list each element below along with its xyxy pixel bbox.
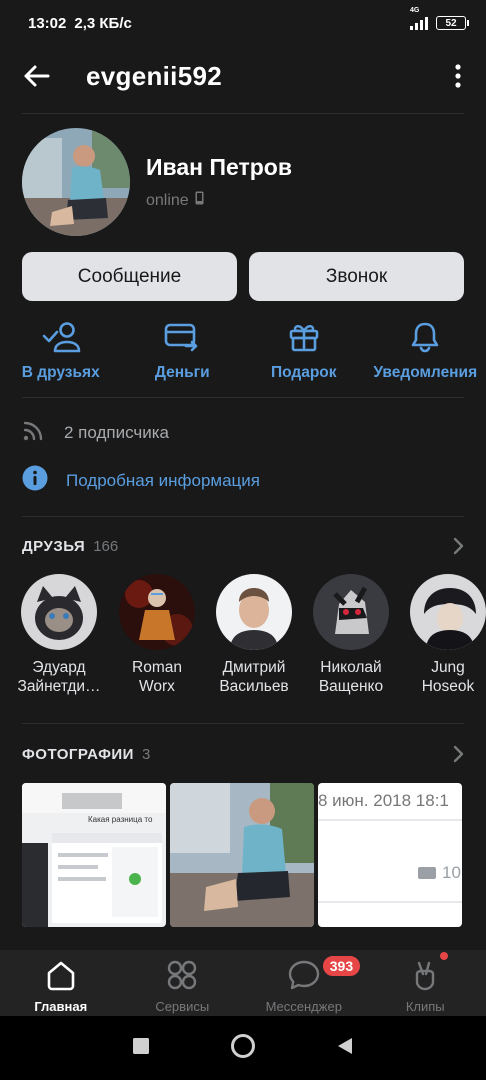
tab-services[interactable]: Сервисы bbox=[122, 950, 244, 1016]
status-bar: 13:02 2,3 КБ/с 4G 52 bbox=[0, 0, 486, 46]
back-arrow-icon[interactable] bbox=[22, 61, 52, 91]
profile-card: Иван Петров online bbox=[22, 128, 464, 236]
photos-strip: Какая разница то 8 июн. 2018 18:1 10 bbox=[22, 783, 486, 927]
page-title: evgenii592 bbox=[86, 60, 222, 91]
friend-first-name: Николай bbox=[320, 659, 382, 676]
battery-level: 52 bbox=[445, 17, 457, 29]
info-icon bbox=[22, 465, 48, 496]
unread-badge: 393 bbox=[320, 954, 363, 978]
photos-count: 3 bbox=[141, 745, 151, 763]
action-money[interactable]: Деньги bbox=[122, 318, 244, 382]
recents-square-icon[interactable] bbox=[132, 1037, 150, 1060]
friend-first-name: Дмитрий bbox=[222, 659, 286, 676]
friends-header[interactable]: ДРУЗЬЯ 166 bbox=[22, 534, 464, 558]
new-indicator-dot bbox=[439, 952, 448, 960]
friend-first-name: Roman bbox=[132, 659, 182, 676]
friend-last-name: Васильев bbox=[219, 678, 289, 695]
avatar[interactable] bbox=[22, 128, 130, 236]
friend-avatar bbox=[410, 574, 486, 650]
friend-item[interactable]: Николай Ващенко bbox=[301, 574, 401, 696]
divider bbox=[22, 397, 464, 398]
home-icon bbox=[44, 958, 78, 997]
photo-thumbnail[interactable]: Какая разница то bbox=[22, 783, 166, 927]
system-nav-bar bbox=[0, 1016, 486, 1080]
photo-date-text: 8 июн. 2018 18:1 bbox=[318, 791, 449, 810]
signal-icon: 4G bbox=[410, 7, 428, 30]
friend-item[interactable]: Jung Hoseok bbox=[398, 574, 486, 696]
photo-thumbnail[interactable]: 8 июн. 2018 18:1 10 bbox=[318, 783, 462, 927]
more-vertical-icon[interactable] bbox=[448, 61, 468, 91]
online-status: online bbox=[146, 191, 189, 209]
subscribers-row[interactable]: 2 подписчика bbox=[22, 418, 464, 447]
divider bbox=[22, 113, 464, 114]
photo-caption: Какая разница то bbox=[88, 815, 153, 824]
back-triangle-icon[interactable] bbox=[336, 1036, 354, 1061]
tab-label: Сервисы bbox=[155, 999, 210, 1014]
friend-first-name: Эдуард bbox=[32, 659, 86, 676]
friend-avatar bbox=[119, 574, 195, 650]
services-grid-icon bbox=[165, 958, 199, 997]
divider bbox=[22, 516, 464, 517]
divider bbox=[22, 723, 464, 724]
friend-avatar bbox=[313, 574, 389, 650]
tab-messenger[interactable]: 393 Мессенджер bbox=[243, 950, 365, 1016]
network-type: 4G bbox=[410, 7, 420, 14]
rss-icon bbox=[22, 418, 46, 447]
friend-item[interactable]: Эдуард Зайнетди… bbox=[9, 574, 109, 696]
subscribers-count: 2 подписчика bbox=[64, 422, 170, 442]
details-link: Подробная информация bbox=[66, 470, 260, 490]
profile-name: Иван Петров bbox=[146, 154, 292, 180]
action-label: Деньги bbox=[154, 364, 210, 381]
friends-count: 166 bbox=[93, 537, 119, 555]
mobile-phone-icon bbox=[195, 191, 204, 210]
tab-home[interactable]: Главная bbox=[0, 950, 122, 1016]
bell-icon bbox=[410, 318, 440, 356]
card-transfer-icon bbox=[164, 318, 200, 356]
action-label: Уведомления bbox=[373, 364, 478, 381]
clock: 13:02 bbox=[28, 14, 67, 32]
photo-thumbnail[interactable] bbox=[170, 783, 314, 927]
chat-bubble-icon bbox=[287, 958, 321, 997]
friend-item[interactable]: Roman Worx bbox=[107, 574, 207, 696]
net-speed: 2,3 КБ/с bbox=[74, 14, 132, 32]
clips-icon bbox=[408, 958, 442, 997]
friends-list: Эдуард Зайнетди… Roman Worx Дмитрий Василье… bbox=[0, 574, 486, 698]
chevron-right-icon bbox=[452, 745, 464, 763]
call-button[interactable]: Звонок bbox=[249, 252, 464, 301]
friend-last-name: Ващенко bbox=[318, 678, 384, 695]
battery-icon: 52 bbox=[436, 16, 469, 30]
action-notifications[interactable]: Уведомления bbox=[365, 318, 486, 382]
action-friends[interactable]: В друзьях bbox=[0, 318, 122, 382]
profile-actions: В друзьях Деньги Подарок Уведомления bbox=[0, 318, 486, 382]
bottom-tab-bar: Главная Сервисы 393 Мессенджер Клипы bbox=[0, 950, 486, 1016]
friends-title: ДРУЗЬЯ bbox=[22, 537, 86, 555]
gift-icon bbox=[288, 318, 320, 356]
photo-comment-count: 10 bbox=[442, 863, 461, 882]
message-button[interactable]: Сообщение bbox=[22, 252, 237, 301]
friend-last-name: Hoseok bbox=[421, 678, 475, 695]
tab-label: Мессенджер bbox=[265, 999, 342, 1014]
tab-clips[interactable]: Клипы bbox=[365, 950, 486, 1016]
friend-first-name: Jung bbox=[431, 659, 465, 676]
friend-avatar bbox=[21, 574, 97, 650]
action-label: Подарок bbox=[270, 364, 337, 381]
header: evgenii592 bbox=[0, 48, 486, 104]
tab-label: Клипы bbox=[405, 999, 445, 1014]
home-circle-icon[interactable] bbox=[230, 1033, 256, 1064]
chevron-right-icon bbox=[452, 537, 464, 555]
friend-last-name: Worx bbox=[139, 678, 175, 695]
friend-item[interactable]: Дмитрий Васильев bbox=[204, 574, 304, 696]
friend-avatar bbox=[216, 574, 292, 650]
friend-last-name: Зайнетди… bbox=[17, 678, 101, 695]
tab-label: Главная bbox=[34, 999, 88, 1014]
action-label: В друзьях bbox=[21, 364, 100, 381]
photos-title: ФОТОГРАФИИ bbox=[22, 745, 134, 763]
details-row[interactable]: Подробная информация bbox=[22, 465, 464, 496]
action-gift[interactable]: Подарок bbox=[243, 318, 365, 382]
user-check-icon bbox=[41, 318, 81, 356]
photos-header[interactable]: ФОТОГРАФИИ 3 bbox=[22, 742, 464, 766]
